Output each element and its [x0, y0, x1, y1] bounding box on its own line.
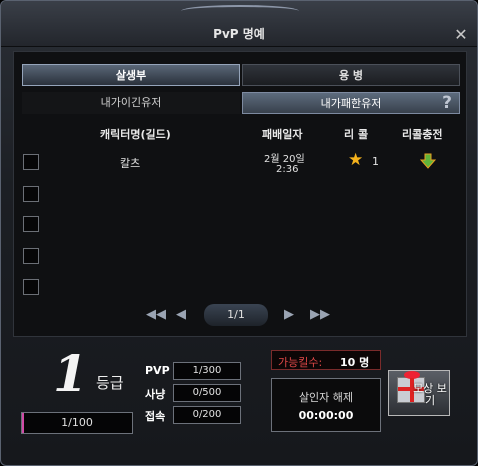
tab-killed-list[interactable]: 살생부: [22, 64, 240, 86]
stat-value-pvp: 1/300: [173, 362, 241, 380]
table-row: [14, 244, 466, 268]
grade-number: 1: [53, 344, 88, 403]
stat-label-pvp: PVP: [145, 364, 170, 377]
row-checkbox[interactable]: [23, 216, 39, 232]
exp-fill: [22, 413, 24, 433]
header-recall-charge: 리콜충전: [402, 128, 443, 141]
next-page-icon[interactable]: ▶: [284, 308, 294, 322]
last-page-icon[interactable]: ▶▶: [310, 308, 330, 322]
row-checkbox[interactable]: [23, 154, 39, 170]
defeat-time: 2:36: [276, 164, 299, 175]
row-checkbox[interactable]: [23, 186, 39, 202]
stat-label-hunt: 사냥: [145, 388, 166, 401]
murderer-release-box: 살인자 해제 00:00:00: [271, 378, 381, 432]
stat-label-connect: 접속: [145, 410, 166, 423]
available-kills-box: 가능킬수: 10 명: [271, 350, 381, 370]
subtab-users-i-beat[interactable]: 내가이긴유저: [22, 92, 240, 114]
first-page-icon[interactable]: ◀◀: [146, 308, 166, 322]
table-row: [14, 212, 466, 236]
pvp-list-panel: 살생부 용 병 내가이긴유저 내가패한유저 ? 캐릭터명(길드) 패배일자 리 …: [13, 51, 467, 337]
row-checkbox[interactable]: [23, 279, 39, 295]
exp-value: 1/100: [61, 416, 93, 429]
star-icon[interactable]: ★: [348, 152, 363, 169]
murderer-release-timer: 00:00:00: [298, 409, 354, 422]
stat-value-connect: 0/200: [173, 406, 241, 424]
header-recall: 리 콜: [344, 128, 369, 141]
prev-page-icon[interactable]: ◀: [176, 308, 186, 322]
stat-value-hunt: 0/500: [173, 384, 241, 402]
recall-count: 1: [372, 155, 379, 168]
row-checkbox[interactable]: [23, 248, 39, 264]
available-kills-label: 가능킬수:: [278, 356, 323, 369]
recall-charge-arrow-icon[interactable]: [420, 153, 436, 169]
title-bar[interactable]: PvP 명예 ✕: [1, 1, 477, 47]
reward-view-button[interactable]: 모상 보기: [388, 370, 450, 416]
page-indicator: 1/1: [204, 304, 268, 326]
close-icon[interactable]: ✕: [453, 27, 469, 43]
grade-exp-bar: 1/100: [21, 412, 133, 434]
tab-mercenary[interactable]: 용 병: [242, 64, 460, 86]
header-character-name: 캐릭터명(길드): [100, 128, 171, 141]
murderer-release-label: 살인자 해제: [298, 391, 354, 404]
honor-status-area: 1 등급 1/100 PVP 1/300 사냥 0/500 접속 0/200 가…: [1, 346, 477, 466]
table-row: 칼츠 2월 20일 2:36 ★ 1: [14, 150, 466, 175]
pagination: ◀◀ ◀ 1/1 ▶ ▶▶: [14, 304, 466, 328]
window-title: PvP 명예: [213, 27, 265, 41]
reward-view-label: 모상 보기: [413, 382, 447, 407]
defeat-date: 2월 20일: [264, 154, 305, 165]
table-row: [14, 182, 466, 206]
pvp-honor-window: PvP 명예 ✕ 살생부 용 병 내가이긴유저 내가패한유저 ? 캐릭터명(길드…: [0, 0, 478, 466]
available-kills-value: 10 명: [340, 356, 370, 369]
grade-label: 등급: [96, 374, 124, 392]
help-icon[interactable]: ?: [438, 92, 456, 114]
title-ornament: [181, 5, 299, 17]
table-row: [14, 275, 466, 299]
subtab-users-i-lost-to[interactable]: 내가패한유저: [242, 92, 460, 114]
header-defeat-date: 패배일자: [262, 128, 303, 141]
character-name: 칼츠: [120, 157, 141, 170]
